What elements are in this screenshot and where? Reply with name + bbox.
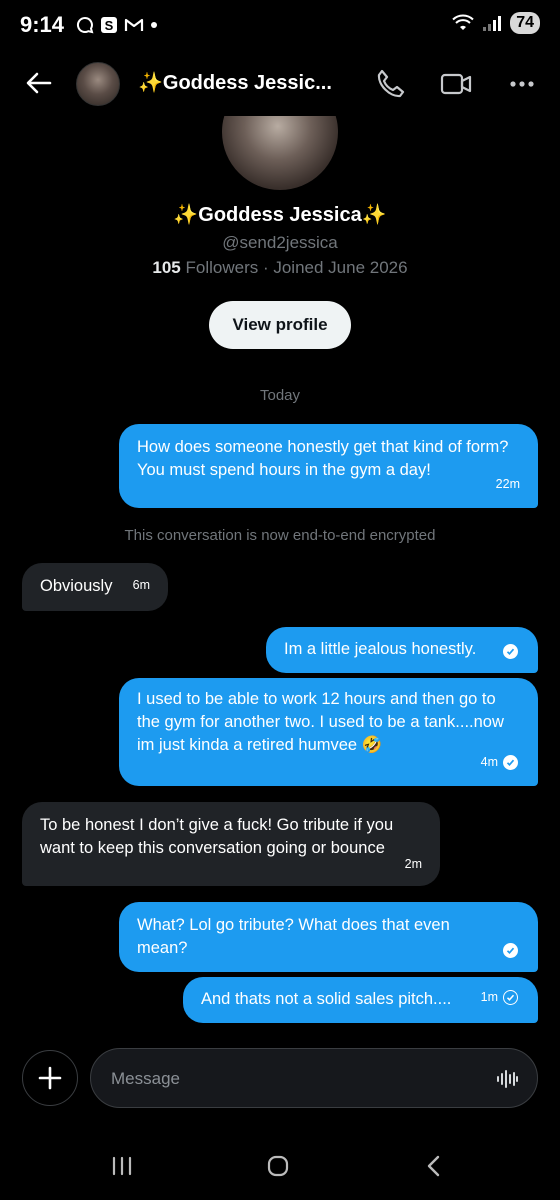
read-check-icon bbox=[503, 755, 518, 770]
message-bubble-outgoing[interactable]: How does someone honestly get that kind … bbox=[119, 424, 538, 508]
voice-wave-icon[interactable] bbox=[495, 1067, 519, 1091]
profile-name: ✨Goddess Jessica✨ bbox=[173, 204, 387, 226]
profile-handle: @send2jessica bbox=[222, 233, 338, 252]
s-app-icon: S bbox=[101, 17, 117, 33]
message-text: How does someone honestly get that kind … bbox=[137, 438, 509, 479]
message-text: Im a little jealous honestly. bbox=[284, 640, 477, 658]
signal-icon bbox=[483, 16, 502, 31]
home-icon bbox=[267, 1155, 289, 1177]
message-bubble-incoming[interactable]: Obviously 6m bbox=[22, 563, 168, 611]
message-bubble-outgoing[interactable]: And thats not a solid sales pitch.... 1m bbox=[183, 977, 538, 1023]
message-time: 22m bbox=[495, 477, 520, 491]
video-icon[interactable] bbox=[438, 66, 474, 102]
status-bar: 9:14 S 74 bbox=[0, 0, 560, 50]
message-text: Obviously bbox=[40, 577, 113, 595]
conversation-header: ✨Goddess Jessic... bbox=[0, 52, 560, 116]
status-right: 74 bbox=[452, 12, 540, 34]
read-check-icon bbox=[503, 644, 518, 659]
message-time: 6m bbox=[132, 578, 150, 592]
profile-meta: 105 Followers · Joined June 2026 bbox=[0, 258, 560, 278]
message-bubble-outgoing[interactable]: Im a little jealous honestly. bbox=[266, 627, 538, 673]
plus-icon bbox=[38, 1066, 62, 1090]
back-chevron-icon bbox=[427, 1155, 440, 1177]
view-profile-button[interactable]: View profile bbox=[209, 301, 351, 349]
chat-bubble-icon bbox=[76, 16, 94, 34]
read-check-icon bbox=[503, 943, 518, 958]
more-icon[interactable] bbox=[504, 66, 540, 102]
gmail-icon bbox=[124, 18, 144, 31]
message-bubble-outgoing[interactable]: I used to be able to work 12 hours and t… bbox=[119, 678, 538, 786]
message-time: 2m bbox=[404, 857, 422, 871]
message-composer[interactable] bbox=[90, 1048, 538, 1108]
recents-icon bbox=[112, 1156, 132, 1176]
system-back-button[interactable] bbox=[414, 1152, 454, 1180]
system-nav-bar bbox=[0, 1130, 560, 1200]
arrow-left-icon[interactable] bbox=[22, 66, 56, 100]
phone-icon[interactable] bbox=[372, 66, 408, 102]
recents-button[interactable] bbox=[102, 1152, 142, 1180]
status-time: 9:14 bbox=[20, 12, 65, 37]
home-button[interactable] bbox=[258, 1152, 298, 1180]
followers-label: Followers bbox=[185, 258, 259, 277]
add-attachment-button[interactable] bbox=[22, 1050, 78, 1106]
message-input[interactable] bbox=[111, 1065, 491, 1093]
message-text: And thats not a solid sales pitch.... bbox=[201, 990, 452, 1008]
encryption-note: This conversation is now end-to-end encr… bbox=[124, 527, 436, 544]
message-bubble-incoming[interactable]: To be honest I don’t give a fuck! Go tri… bbox=[22, 802, 440, 886]
wifi-icon bbox=[452, 14, 474, 30]
notification-icons: S bbox=[76, 16, 158, 34]
message-text: I used to be able to work 12 hours and t… bbox=[137, 690, 504, 754]
header-avatar[interactable] bbox=[76, 62, 120, 106]
message-time: 4m bbox=[480, 755, 498, 769]
message-time: 1m bbox=[480, 990, 498, 1004]
header-name[interactable]: ✨Goddess Jessic... bbox=[138, 70, 332, 95]
message-bubble-outgoing[interactable]: What? Lol go tribute? What does that eve… bbox=[119, 902, 538, 972]
dot-icon bbox=[151, 22, 157, 28]
day-separator: Today bbox=[259, 387, 301, 404]
message-text: To be honest I don’t give a fuck! Go tri… bbox=[40, 816, 394, 857]
message-text: What? Lol go tribute? What does that eve… bbox=[137, 916, 450, 957]
followers-count: 105 bbox=[152, 258, 181, 277]
svg-text:S: S bbox=[105, 18, 114, 33]
sent-check-icon bbox=[503, 990, 518, 1005]
battery-level: 74 bbox=[510, 12, 540, 34]
joined-date: · Joined June 2026 bbox=[258, 258, 408, 277]
